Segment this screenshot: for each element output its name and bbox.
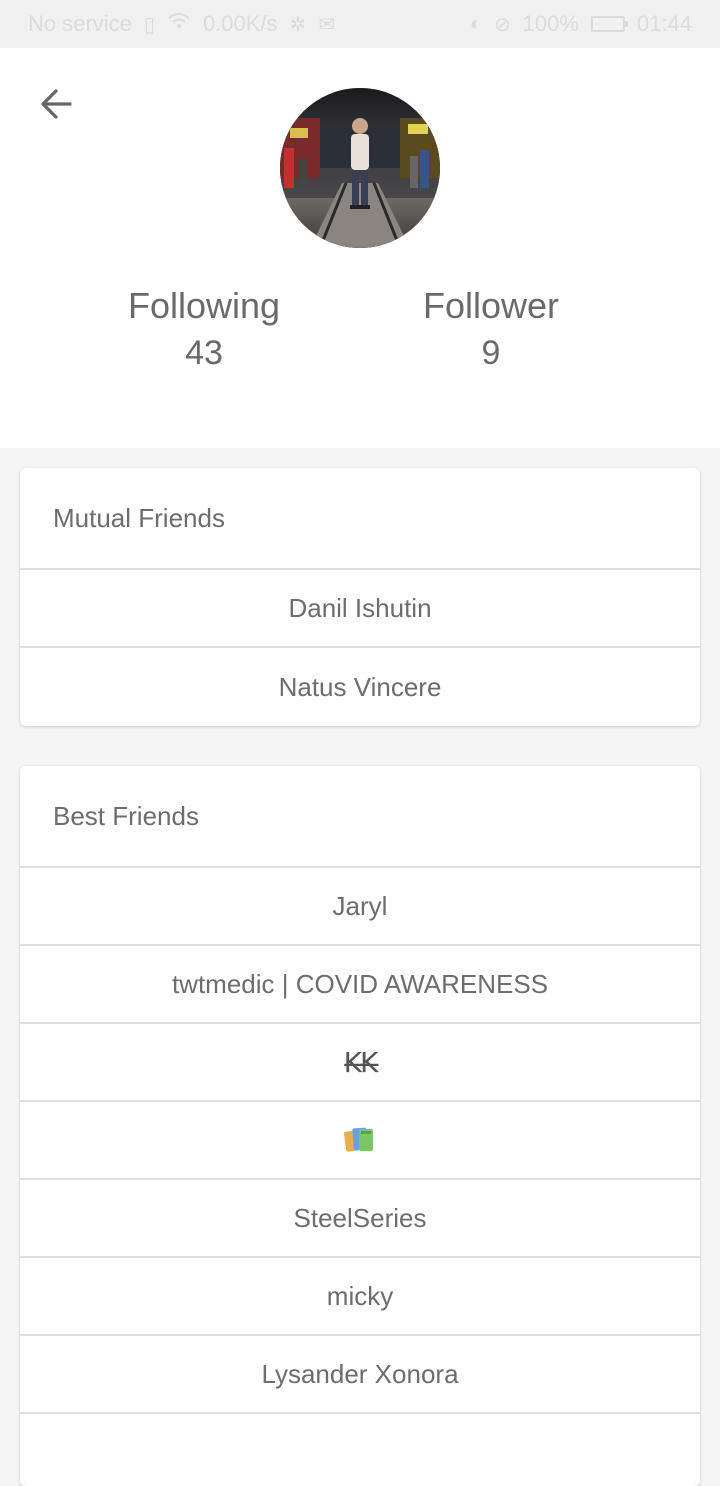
mute-icon: ⊘ [493,13,511,36]
follower-count: 9 [481,334,501,372]
list-item[interactable] [20,1102,700,1180]
network-speed: 0.00K/s [202,11,278,36]
wifi-icon [167,12,191,36]
list-item[interactable]: Natus Vincere [20,648,700,726]
follower-stat[interactable]: Follower 9 [371,284,611,378]
books-emoji-icon [343,1127,373,1152]
best-friends-card: Best Friends Jaryl twtmedic | COVID AWAR… [20,766,700,1486]
battery-icon [590,16,628,32]
vibrate-icon: ◐ [469,12,482,35]
friend-name: Natus Vincere [278,671,442,702]
list-item[interactable]: micky [20,1258,700,1336]
notification-icon: ✲ [289,13,307,36]
friend-name: Lysander Xonora [261,1358,459,1389]
list-item[interactable]: Lysander Xonora [20,1336,700,1414]
following-label: Following [127,285,281,326]
arrow-left-icon [41,89,72,119]
mutual-friends-card: Mutual Friends Danil Ishutin Natus Vince… [20,468,700,726]
friend-name: K̶K̶ [343,1045,379,1079]
battery-percent: 100% [522,11,579,36]
profile-header: Following 43 Follower 9 [0,48,720,448]
following-count: 43 [185,334,223,372]
friend-name: Jaryl [332,890,388,921]
list-item[interactable]: twtmedic | COVID AWARENESS [20,946,700,1024]
list-item[interactable]: Jaryl [20,868,700,946]
status-right: ◐ ⊘ 100% 01:44 [470,11,692,37]
mutual-friends-title: Mutual Friends [20,468,700,570]
list-item[interactable]: SteelSeries [20,1180,700,1258]
friend-name: Danil Ishutin [288,592,432,623]
friend-name: SteelSeries [293,1202,427,1233]
avatar[interactable] [280,88,440,248]
best-friends-title: Best Friends [20,766,700,868]
sim-icon: ▯ [143,13,155,36]
friend-name: twtmedic | COVID AWARENESS [171,968,549,999]
follower-label: Follower [422,285,560,326]
back-button[interactable] [34,82,78,126]
mail-icon: ✉ [318,13,336,36]
following-stat[interactable]: Following 43 [84,284,324,378]
list-item[interactable] [20,1414,700,1486]
carrier-text: No service [28,11,132,36]
status-left: No service ▯ 0.00K/s ✲ ✉ [28,11,335,37]
list-item[interactable]: Danil Ishutin [20,570,700,648]
avatar-photo [280,88,440,248]
list-item[interactable]: K̶K̶ [20,1024,700,1102]
clock: 01:44 [636,11,692,36]
friend-name: micky [326,1280,394,1311]
status-bar: No service ▯ 0.00K/s ✲ ✉ ◐ ⊘ 100% 01:44 [0,0,720,48]
